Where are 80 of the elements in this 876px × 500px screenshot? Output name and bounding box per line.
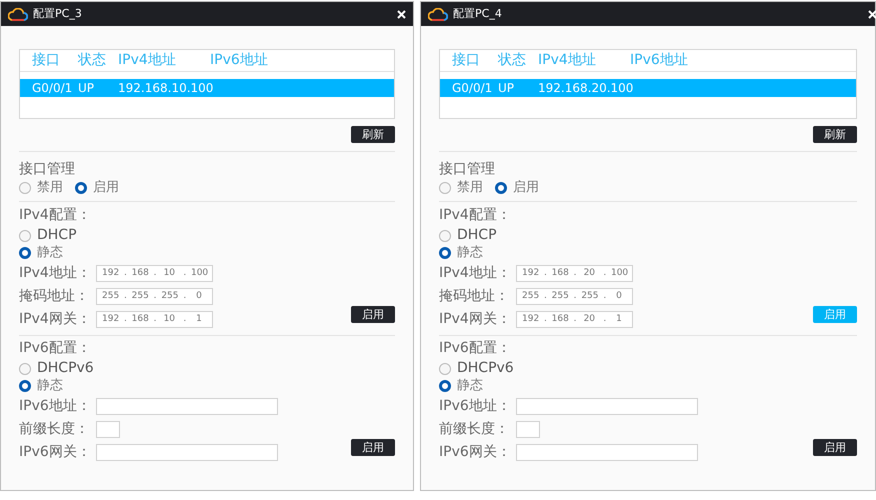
radio-label: 启用: [513, 178, 539, 197]
radio-label: DHCPv6: [37, 359, 94, 378]
apply-button[interactable]: 启用: [351, 306, 395, 323]
field-label: 掩码地址：: [19, 287, 90, 306]
column-header: 接口: [32, 51, 61, 70]
section-heading: IPv6配置：: [19, 339, 92, 358]
field-label: IPv6网关：: [439, 443, 512, 462]
field-label: IPv6地址：: [19, 397, 92, 416]
table-cell-text: G0/0/1: [32, 80, 72, 97]
ip-address-field[interactable]: 192 . 168 . 20 . 1: [516, 311, 633, 328]
field-label: IPv4网关：: [439, 310, 512, 329]
field-label: IPv4地址：: [439, 264, 512, 283]
close-icon[interactable]: [397, 10, 406, 18]
radio-button[interactable]: [19, 246, 31, 258]
apply-button[interactable]: 启用: [351, 439, 395, 456]
apply-button[interactable]: 启用: [813, 306, 857, 323]
input-field[interactable]: [516, 444, 698, 461]
table-cell-text: G0/0/1: [452, 80, 492, 97]
cloud-icon: [428, 8, 448, 20]
input-field[interactable]: [96, 398, 278, 415]
refresh-button[interactable]: 刷新: [351, 126, 395, 143]
ip-address-field[interactable]: 255 . 255 . 255 . 0: [516, 288, 633, 305]
input-field[interactable]: [96, 444, 278, 461]
radio-label: 静态: [37, 376, 63, 395]
field-label: 前缀长度：: [19, 420, 90, 439]
field-label: 掩码地址：: [439, 287, 510, 306]
radio-label: DHCPv6: [457, 359, 514, 378]
radio-button[interactable]: [439, 230, 451, 242]
radio-label: 禁用: [457, 178, 483, 197]
ip-address-field[interactable]: 192 . 168 . 10 . 100: [96, 265, 213, 282]
radio-button[interactable]: [439, 380, 451, 392]
column-header: IPv6地址: [210, 51, 269, 70]
radio-label: 禁用: [37, 178, 63, 197]
radio-label: 静态: [457, 376, 483, 395]
field-label: 前缀长度：: [439, 420, 510, 439]
column-header: 状态: [78, 51, 107, 70]
radio-button[interactable]: [75, 182, 87, 194]
column-header: 状态: [498, 51, 527, 70]
cloud-icon: [8, 8, 28, 20]
field-label: IPv4网关：: [19, 310, 92, 329]
close-icon[interactable]: [868, 10, 876, 18]
window-title: 配置PC_3: [33, 6, 82, 22]
section-heading: IPv4配置：: [439, 206, 512, 225]
radio-label: 静态: [457, 244, 483, 262]
field-label: IPv6地址：: [439, 397, 512, 416]
table-cell-text: UP: [498, 80, 514, 97]
section-heading: IPv4配置：: [19, 206, 92, 225]
field-label: IPv4地址：: [19, 264, 92, 283]
table-cell-text: UP: [78, 80, 94, 97]
refresh-button[interactable]: 刷新: [813, 126, 857, 143]
table-cell-text: 192.168.20.100: [538, 80, 634, 97]
section-heading: IPv6配置：: [439, 339, 512, 358]
radio-label: DHCP: [37, 226, 77, 245]
radio-label: 启用: [93, 178, 119, 197]
window-title: 配置PC_4: [453, 6, 502, 22]
radio-button[interactable]: [439, 362, 451, 374]
radio-button[interactable]: [495, 182, 507, 194]
ip-address-field[interactable]: 192 . 168 . 10 . 1: [96, 311, 213, 328]
column-header: 接口: [452, 51, 481, 70]
table-cell-text: 192.168.10.100: [118, 80, 214, 97]
radio-button[interactable]: [439, 182, 451, 194]
column-header: IPv6地址: [630, 51, 689, 70]
radio-label: DHCP: [457, 226, 497, 245]
radio-button[interactable]: [19, 380, 31, 392]
column-header: IPv4地址: [118, 51, 177, 70]
radio-button[interactable]: [439, 246, 451, 258]
apply-button[interactable]: 启用: [813, 439, 857, 456]
ip-address-field[interactable]: 192 . 168 . 20 . 100: [516, 265, 633, 282]
field-label: IPv6网关：: [19, 443, 92, 462]
section-label: 接口管理: [439, 160, 496, 179]
ip-address-field[interactable]: 255 . 255 . 255 . 0: [96, 288, 213, 305]
input-field[interactable]: [516, 398, 698, 415]
radio-button[interactable]: [19, 230, 31, 242]
input-field[interactable]: [516, 421, 540, 438]
section-label: 接口管理: [19, 160, 76, 179]
radio-button[interactable]: [19, 182, 31, 194]
column-header: IPv4地址: [538, 51, 597, 70]
radio-label: 静态: [37, 244, 63, 262]
input-field[interactable]: [96, 421, 120, 438]
radio-button[interactable]: [19, 362, 31, 374]
